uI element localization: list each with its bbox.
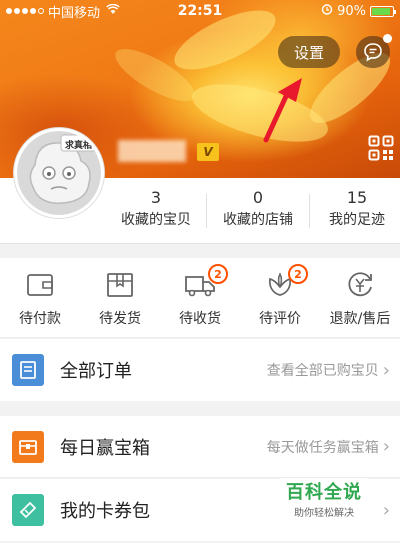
message-dot-badge (383, 34, 392, 43)
order-refund-aftersale[interactable]: 退款/售后 (320, 270, 400, 328)
coupon-icon (12, 494, 44, 526)
username-redacted (118, 140, 186, 162)
stat-favorite-items[interactable]: 3 收藏的宝贝 (112, 186, 200, 230)
chevron-right-icon: › (382, 359, 390, 381)
avatar-caption: 求真相 (65, 141, 93, 151)
row-title: 全部订单 (60, 361, 132, 382)
stat-value: 0 (252, 188, 264, 207)
row-title: 每日赢宝箱 (60, 437, 150, 459)
carrier-name: 中国移动 (48, 5, 101, 21)
chevron-right-icon: › (382, 436, 390, 457)
message-button[interactable] (356, 34, 392, 68)
divider (206, 194, 207, 228)
battery-percent: 90% (337, 3, 366, 19)
stat-footprints[interactable]: 15 我的足迹 (314, 186, 400, 230)
order-label: 退款/售后 (329, 311, 391, 327)
alarm-icon (321, 3, 333, 19)
wifi-icon (106, 3, 120, 18)
order-pending-shipment[interactable]: 待发货 (80, 270, 160, 328)
avatar-image: 求真相 (17, 131, 101, 215)
pointer-arrow-icon (263, 78, 302, 143)
order-label: 待收货 (179, 311, 221, 327)
order-pending-payment[interactable]: 待付款 (0, 270, 80, 328)
signal-icon (6, 8, 44, 14)
order-label: 待评价 (259, 311, 301, 327)
row-title: 我的卡券包 (60, 501, 150, 522)
daily-box-row[interactable]: 每日赢宝箱 每天做任务赢宝箱 › (0, 416, 400, 478)
row-subtitle: 每天做任务赢宝箱 (266, 439, 379, 456)
qr-code-icon[interactable] (368, 135, 394, 161)
watermark-logo: 百科全说 助你轻松解决 (280, 478, 368, 519)
wallet-icon (27, 274, 53, 296)
row-subtitle: 查看全部已购宝贝 (266, 363, 379, 379)
badge-count: 2 (288, 264, 308, 284)
treasure-box-icon (12, 430, 44, 463)
stat-value: 15 (346, 188, 368, 207)
stat-favorite-shops[interactable]: 0 收藏的店铺 (210, 186, 306, 230)
package-icon (107, 273, 133, 297)
status-bar: 中国移动 22:51 90% (0, 0, 400, 22)
badge-count: 2 (208, 264, 228, 284)
watermark-title: 百科全说 (286, 482, 362, 503)
avatar[interactable]: 求真相 (14, 128, 104, 218)
stat-label: 收藏的店铺 (223, 212, 293, 228)
stat-label: 我的足迹 (329, 212, 385, 228)
order-pending-receipt[interactable]: 2 待收货 (160, 264, 240, 328)
vip-badge[interactable]: V (197, 143, 219, 161)
battery-icon (370, 5, 396, 17)
order-pending-review[interactable]: 2 待评价 (240, 264, 320, 328)
stat-label: 收藏的宝贝 (121, 212, 191, 228)
watermark-subtitle: 助你轻松解决 (294, 508, 354, 519)
all-orders-row[interactable]: 全部订单 查看全部已购宝贝 › (0, 339, 400, 401)
order-label: 待付款 (19, 311, 61, 327)
order-list-icon (12, 354, 44, 386)
settings-button[interactable]: 设置 (278, 36, 340, 68)
chat-bubble-icon (364, 43, 382, 62)
stat-value: 3 (150, 188, 162, 207)
order-status-row: 待付款 待发货 2 待收货 2 待评价 退款/售后 (0, 258, 400, 338)
refund-icon (348, 272, 372, 297)
order-label: 待发货 (99, 311, 141, 327)
chevron-right-icon: › (382, 499, 390, 521)
divider (309, 194, 310, 228)
